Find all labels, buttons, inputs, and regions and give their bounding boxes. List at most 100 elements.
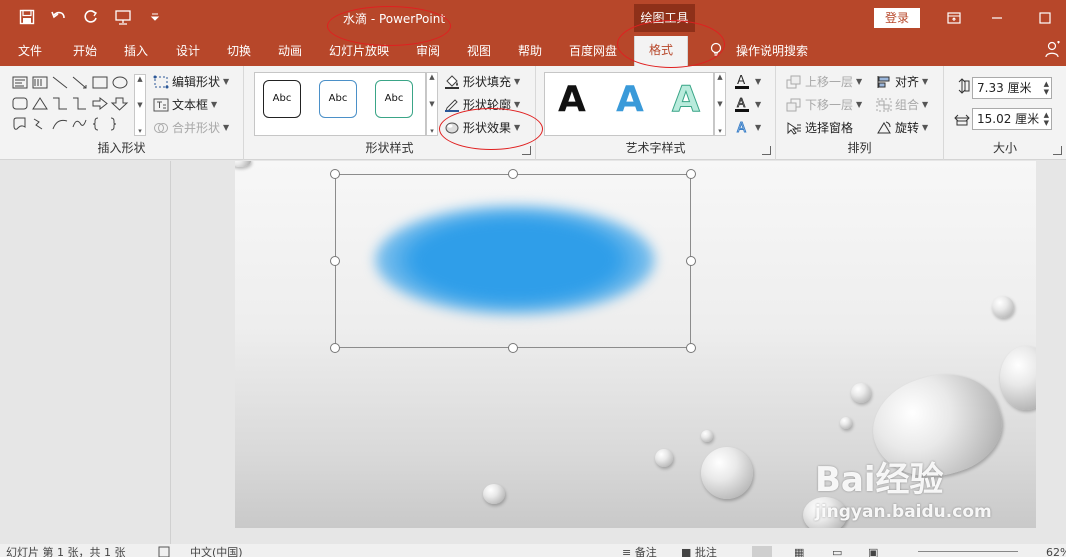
signin-button[interactable]: 登录 xyxy=(874,8,920,28)
slide-thumbnail-pane[interactable] xyxy=(0,161,171,544)
water-drop-image xyxy=(701,430,713,442)
tab-file[interactable]: 文件 xyxy=(18,42,42,59)
reading-view-icon[interactable]: ▭ xyxy=(832,546,842,557)
shapes-gallery[interactable] xyxy=(12,74,134,136)
selection-frame[interactable] xyxy=(335,174,691,348)
slide-counter: 幻灯片 第 1 张，共 1 张 xyxy=(6,546,126,557)
save-icon[interactable] xyxy=(18,8,36,26)
text-outline-icon: A xyxy=(735,96,749,112)
rotate-button[interactable]: 旋转 ▼ xyxy=(876,119,928,136)
edit-shape-button[interactable]: 编辑形状 ▼ xyxy=(153,73,229,90)
shape-styles-gallery-scroll[interactable]: ▲ ▼ ▾ xyxy=(426,72,438,136)
tab-view[interactable]: 视图 xyxy=(467,42,491,59)
bring-forward-icon xyxy=(786,75,801,88)
wordart-option[interactable]: A xyxy=(558,80,586,120)
resize-handle[interactable] xyxy=(330,169,340,179)
shape-width-input[interactable]: 15.02 厘米 ▲ ▼ xyxy=(972,108,1052,130)
minimize-icon[interactable] xyxy=(987,8,1007,28)
shape-style-option[interactable]: Abc xyxy=(375,80,413,118)
zoom-level[interactable]: 62% xyxy=(1046,546,1066,557)
tab-transitions[interactable]: 切换 xyxy=(227,42,251,59)
notes-button[interactable]: ≡ 备注 xyxy=(622,546,657,557)
resize-handle[interactable] xyxy=(330,343,340,353)
shape-fill-button[interactable]: 形状填充 ▼ xyxy=(444,73,520,90)
text-box-label: 文本框 xyxy=(172,98,209,112)
paint-bucket-icon xyxy=(445,74,459,89)
slideshow-view-icon[interactable]: ▣ xyxy=(868,546,878,557)
share-icon[interactable] xyxy=(1045,40,1061,62)
water-drop-image xyxy=(840,417,852,429)
resize-handle[interactable] xyxy=(686,256,696,266)
customize-qat-icon[interactable] xyxy=(146,8,164,26)
notes-label: 备注 xyxy=(634,546,657,557)
resize-handle[interactable] xyxy=(508,169,518,179)
comments-button[interactable]: ■ 批注 xyxy=(681,546,717,557)
undo-icon[interactable] xyxy=(50,8,68,26)
tab-help[interactable]: 帮助 xyxy=(518,42,542,59)
redo-icon[interactable] xyxy=(82,8,100,26)
water-drop-image xyxy=(235,161,251,167)
height-spinner[interactable]: ▲ ▼ xyxy=(1044,80,1049,96)
shapes-gallery-icons[interactable] xyxy=(12,74,134,136)
annotation-ellipse xyxy=(439,108,543,150)
wordart-option[interactable]: A xyxy=(616,80,644,120)
wordart-gallery-scroll[interactable]: ▲ ▼ ▾ xyxy=(714,72,726,136)
resize-handle[interactable] xyxy=(686,343,696,353)
shape-style-option[interactable]: Abc xyxy=(319,80,357,118)
tab-baidu-netdisk[interactable]: 百度网盘 xyxy=(569,42,617,59)
presentation-icon[interactable] xyxy=(114,8,132,26)
language-indicator[interactable]: 中文(中国) xyxy=(190,546,243,557)
wordart-launcher-icon[interactable] xyxy=(762,146,771,155)
text-outline-button[interactable]: A ▼ xyxy=(734,96,761,112)
group-icon xyxy=(876,98,892,111)
spellcheck-icon[interactable] xyxy=(158,546,170,557)
pencil-icon xyxy=(445,98,459,112)
text-effects-button[interactable]: A ▼ xyxy=(734,119,762,136)
tab-home[interactable]: 开始 xyxy=(73,42,97,59)
resize-handle[interactable] xyxy=(686,169,696,179)
selection-pane-icon xyxy=(787,121,801,135)
normal-view-icon[interactable] xyxy=(752,546,772,557)
shapes-gallery-scroll[interactable]: ▲ ▼ ▾ xyxy=(134,74,146,136)
text-fill-button[interactable]: A ▼ xyxy=(734,73,761,89)
size-launcher-icon[interactable] xyxy=(1053,146,1062,155)
rotate-icon xyxy=(877,121,891,133)
shape-styles-launcher-icon[interactable] xyxy=(522,146,531,155)
tab-review[interactable]: 审阅 xyxy=(416,42,440,59)
edit-shape-icon xyxy=(153,75,169,88)
merge-shapes-button[interactable]: 合并形状 ▼ xyxy=(153,119,229,136)
wordart-option[interactable]: A xyxy=(672,79,701,120)
tab-design[interactable]: 设计 xyxy=(176,42,200,59)
selection-pane-label: 选择窗格 xyxy=(805,121,854,135)
watermark-brand: Bai经验 xyxy=(815,460,944,500)
text-box-button[interactable]: 文本框 ▼ xyxy=(153,96,217,113)
slide-sorter-icon[interactable]: ▦ xyxy=(794,546,804,557)
group-label-arrange: 排列 xyxy=(847,141,872,155)
bring-forward-button[interactable]: 上移一层 ▼ xyxy=(786,73,862,90)
svg-text:A: A xyxy=(737,73,746,87)
tab-animations[interactable]: 动画 xyxy=(278,42,302,59)
send-backward-button[interactable]: 下移一层 ▼ xyxy=(786,96,862,113)
selection-pane-button[interactable]: 选择窗格 xyxy=(786,119,853,136)
tell-me-search[interactable]: 操作说明搜索 xyxy=(736,42,808,59)
zoom-slider[interactable] xyxy=(918,551,1018,552)
ribbon-display-options-icon[interactable] xyxy=(944,8,964,28)
group-label-insert-shapes: 插入形状 xyxy=(97,141,146,155)
group-arrange: 上移一层 ▼ 下移一层 ▼ 选择窗格 对齐 ▼ 组合 ▼ 旋转 ▼ 排列 xyxy=(776,66,944,160)
group-button[interactable]: 组合 ▼ xyxy=(876,96,928,113)
text-box-icon xyxy=(153,98,169,111)
maximize-icon[interactable] xyxy=(1035,8,1055,28)
resize-handle[interactable] xyxy=(508,343,518,353)
group-insert-shapes: ▲ ▼ ▾ 编辑形状 ▼ 文本框 ▼ 合并形状 ▼ 插入形状 xyxy=(0,66,244,160)
group-wordart-styles: A A A ▲ ▼ ▾ A ▼ A ▼ A ▼ 艺术字样式 xyxy=(536,66,776,160)
group-label-size: 大小 xyxy=(992,141,1017,155)
tab-insert[interactable]: 插入 xyxy=(124,42,148,59)
shape-style-option[interactable]: Abc xyxy=(263,80,301,118)
merge-shapes-label: 合并形状 xyxy=(172,121,221,135)
width-spinner[interactable]: ▲ ▼ xyxy=(1044,111,1049,127)
resize-handle[interactable] xyxy=(330,256,340,266)
shape-width-value: 15.02 厘米 xyxy=(977,112,1040,126)
bring-forward-label: 上移一层 xyxy=(805,75,854,89)
align-button[interactable]: 对齐 ▼ xyxy=(876,73,928,90)
shape-height-input[interactable]: 7.33 厘米 ▲ ▼ xyxy=(972,77,1052,99)
